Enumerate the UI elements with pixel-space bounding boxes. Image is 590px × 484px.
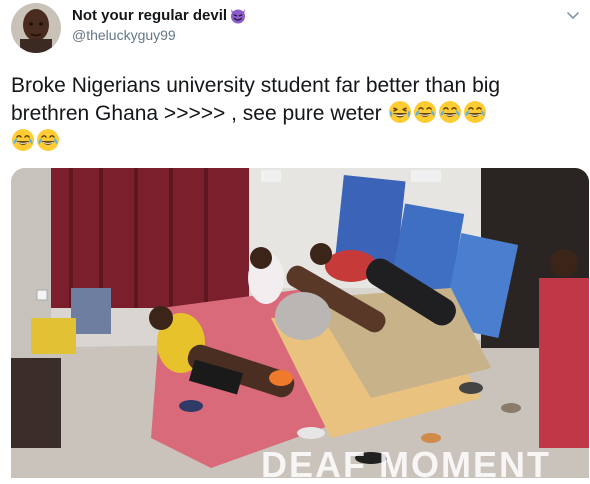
display-name-row[interactable]: Not your regular devil xyxy=(72,6,247,24)
avatar[interactable] xyxy=(11,3,61,53)
user-handle[interactable]: @theluckyguy99 xyxy=(72,27,176,43)
media-watermark: DEAF MOMENT xyxy=(261,444,551,478)
tweet-text-line-1: Broke Nigerians university student far b… xyxy=(11,74,501,97)
tweet-text-line-2-text: brethren Ghana >>>>> , see pure weter xyxy=(11,102,382,125)
tweet-media-photo[interactable]: DEAF MOMENT xyxy=(11,168,589,478)
tweet-card: Not your regular devil @theluckyguy99 Br… xyxy=(0,0,590,484)
face-with-tears-of-joy-icon xyxy=(413,100,437,124)
room-scene-illustration xyxy=(11,168,589,478)
tweet-text: Broke Nigerians university student far b… xyxy=(11,72,581,156)
tweet-text-line-3 xyxy=(11,128,581,156)
face-with-tears-of-joy-icon xyxy=(463,100,487,124)
face-with-tears-of-joy-icon xyxy=(11,128,35,152)
grinning-squinting-face-icon xyxy=(388,100,412,124)
smiling-devil-icon xyxy=(229,6,247,24)
display-name[interactable]: Not your regular devil xyxy=(72,7,227,24)
tweet-text-line-2: brethren Ghana >>>>> , see pure weter xyxy=(11,100,581,128)
face-with-tears-of-joy-icon xyxy=(36,128,60,152)
face-with-tears-of-joy-icon xyxy=(438,100,462,124)
chevron-down-icon[interactable] xyxy=(566,8,580,22)
